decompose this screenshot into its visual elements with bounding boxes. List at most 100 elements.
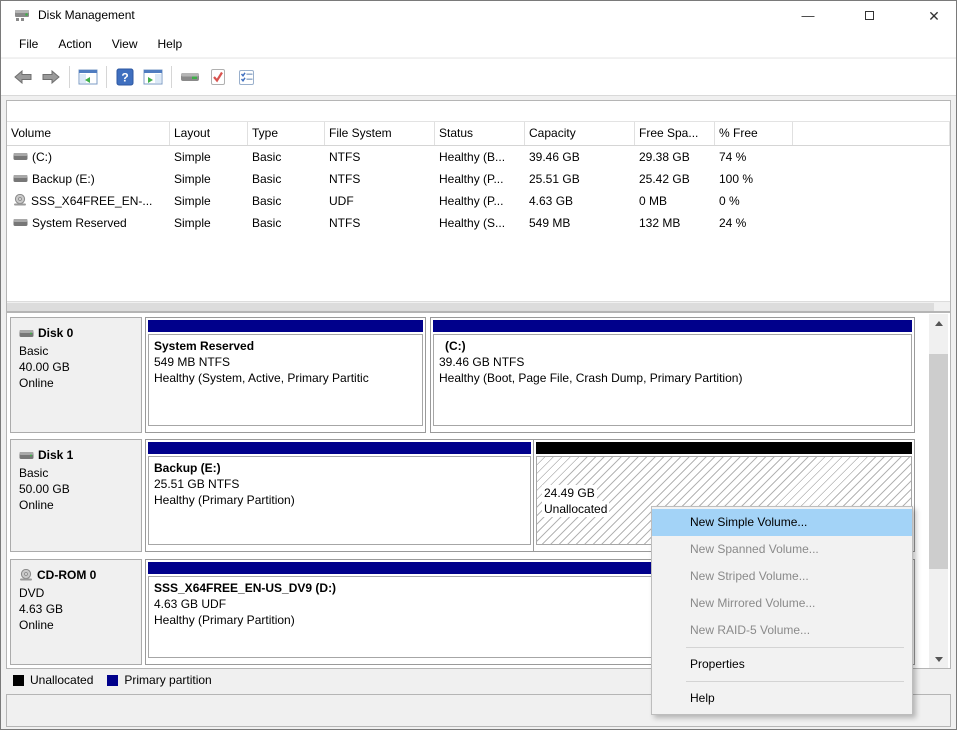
- percent-free-cell: 74 %: [715, 150, 793, 164]
- table-row-system-reserved[interactable]: System Reserved Simple Basic NTFS Health…: [7, 212, 950, 234]
- svg-text:?: ?: [121, 71, 128, 85]
- partition-info: 25.51 GB NTFS: [154, 476, 525, 492]
- title-bar: Disk Management — ✕: [1, 1, 956, 31]
- free-space-cell: 25.42 GB: [635, 172, 715, 186]
- forward-icon: [41, 70, 61, 84]
- menu-separator: [686, 647, 904, 648]
- horizontal-scrollbar[interactable]: [7, 301, 950, 311]
- device-button[interactable]: [176, 64, 204, 90]
- percent-free-cell: 0 %: [715, 194, 793, 208]
- menu-item-new-raid5-volume: New RAID-5 Volume...: [652, 617, 912, 644]
- disk0-size: 40.00 GB: [19, 359, 141, 375]
- layout-cell: Simple: [170, 194, 248, 208]
- layout-cell: Simple: [170, 172, 248, 186]
- close-button[interactable]: ✕: [911, 1, 957, 31]
- show-console-tree-button[interactable]: [74, 64, 102, 90]
- column-header-type[interactable]: Type: [248, 122, 325, 145]
- capacity-cell: 4.63 GB: [525, 194, 635, 208]
- horizontal-scrollbar-thumb[interactable]: [7, 303, 934, 311]
- menu-item-help[interactable]: Help: [652, 685, 912, 712]
- forward-button[interactable]: [37, 64, 65, 90]
- table-row-dvd[interactable]: SSS_X64FREE_EN-... Simple Basic UDF Heal…: [7, 190, 950, 212]
- scroll-down-button[interactable]: [929, 650, 948, 668]
- back-button[interactable]: [9, 64, 37, 90]
- status-cell: Healthy (P...: [435, 172, 525, 186]
- menu-bar: File Action View Help: [1, 31, 956, 58]
- check-document-button[interactable]: [204, 64, 232, 90]
- maximize-button[interactable]: [846, 1, 892, 31]
- unallocated-size: 24.49 GB: [542, 485, 597, 501]
- file-system-cell: NTFS: [325, 150, 435, 164]
- scroll-down-icon: [935, 657, 943, 662]
- partition-info: 39.46 GB NTFS: [439, 354, 906, 370]
- column-header-file-system[interactable]: File System: [325, 122, 435, 145]
- status-cell: Healthy (B...: [435, 150, 525, 164]
- menu-item-new-simple-volume[interactable]: New Simple Volume...: [652, 509, 912, 536]
- unallocated-swatch-icon: [13, 675, 24, 686]
- disk0-label-box[interactable]: Disk 0 Basic 40.00 GB Online: [10, 317, 142, 433]
- percent-free-cell: 100 %: [715, 172, 793, 186]
- volume-cell: System Reserved: [7, 216, 170, 230]
- cdrom0-kind: DVD: [19, 585, 141, 601]
- table-row-c[interactable]: (C:) Simple Basic NTFS Healthy (B... 39.…: [7, 146, 950, 168]
- menu-file[interactable]: File: [9, 33, 48, 55]
- toolbar: ?: [1, 59, 956, 96]
- column-header-layout[interactable]: Layout: [170, 122, 248, 145]
- column-header-free-space[interactable]: Free Spa...: [635, 122, 715, 145]
- menu-item-new-spanned-volume: New Spanned Volume...: [652, 536, 912, 563]
- cdrom0-label-box[interactable]: CD-ROM 0 DVD 4.63 GB Online: [10, 559, 142, 665]
- partition-health: Healthy (Primary Partition): [154, 492, 525, 508]
- vertical-scrollbar-thumb[interactable]: [929, 354, 948, 569]
- free-space-cell: 29.38 GB: [635, 150, 715, 164]
- minimize-button[interactable]: —: [785, 1, 831, 31]
- volume-cell: (C:): [7, 150, 170, 164]
- type-cell: Basic: [248, 172, 325, 186]
- cdrom0-size: 4.63 GB: [19, 601, 141, 617]
- volume-cell: Backup (E:): [7, 172, 170, 186]
- menu-help[interactable]: Help: [148, 33, 193, 55]
- type-cell: Basic: [248, 150, 325, 164]
- column-header-status[interactable]: Status: [435, 122, 525, 145]
- column-header-percent-free[interactable]: % Free: [715, 122, 793, 145]
- menu-action[interactable]: Action: [48, 33, 101, 55]
- cdrom0-status: Online: [19, 617, 141, 633]
- disk1-label-box[interactable]: Disk 1 Basic 50.00 GB Online: [10, 439, 142, 552]
- volume-list-pane: Volume Layout Type File System Status Ca…: [6, 100, 951, 312]
- unallocated-bar: [536, 442, 912, 454]
- partition-health: Healthy (System, Active, Primary Partiti…: [154, 370, 417, 386]
- capacity-cell: 549 MB: [525, 216, 635, 230]
- menu-separator: [686, 681, 904, 682]
- toolbar-separator: [69, 66, 70, 88]
- scroll-up-button[interactable]: [929, 314, 948, 332]
- primary-partition-bar: [148, 442, 531, 454]
- type-cell: Basic: [248, 194, 325, 208]
- vertical-scrollbar[interactable]: [929, 314, 948, 668]
- partition-system-reserved[interactable]: System Reserved 549 MB NTFS Healthy (Sys…: [145, 317, 426, 433]
- unallocated-context-menu: New Simple Volume... New Spanned Volume.…: [651, 506, 913, 715]
- volume-name: SSS_X64FREE_EN-...: [31, 194, 152, 208]
- volume-table-header: Volume Layout Type File System Status Ca…: [7, 121, 950, 146]
- primary-partition-swatch-icon: [107, 675, 118, 686]
- primary-partition-bar: [148, 320, 423, 332]
- checklist-button[interactable]: [232, 64, 260, 90]
- volume-cell: SSS_X64FREE_EN-...: [7, 194, 170, 209]
- disk1-kind: Basic: [19, 465, 141, 481]
- disk1-name: Disk 1: [38, 447, 73, 463]
- column-header-volume[interactable]: Volume: [7, 122, 170, 145]
- partition-name: System Reserved: [154, 338, 417, 354]
- partition-backup[interactable]: Backup (E:) 25.51 GB NTFS Healthy (Prima…: [145, 439, 534, 552]
- disk0-row: Disk 0 Basic 40.00 GB Online System Rese…: [7, 317, 915, 433]
- toolbar-separator: [106, 66, 107, 88]
- table-row-backup[interactable]: Backup (E:) Simple Basic NTFS Healthy (P…: [7, 168, 950, 190]
- partition-c[interactable]: (C:) 39.46 GB NTFS Healthy (Boot, Page F…: [430, 317, 915, 433]
- disk0-status: Online: [19, 375, 141, 391]
- drive-icon: [19, 329, 34, 338]
- cd-icon: [13, 194, 27, 206]
- drive-icon: [19, 451, 34, 460]
- checklist-icon: [238, 69, 255, 86]
- menu-view[interactable]: View: [102, 33, 148, 55]
- menu-item-properties[interactable]: Properties: [652, 651, 912, 678]
- help-button[interactable]: ?: [111, 64, 139, 90]
- column-header-capacity[interactable]: Capacity: [525, 122, 635, 145]
- show-action-pane-button[interactable]: [139, 64, 167, 90]
